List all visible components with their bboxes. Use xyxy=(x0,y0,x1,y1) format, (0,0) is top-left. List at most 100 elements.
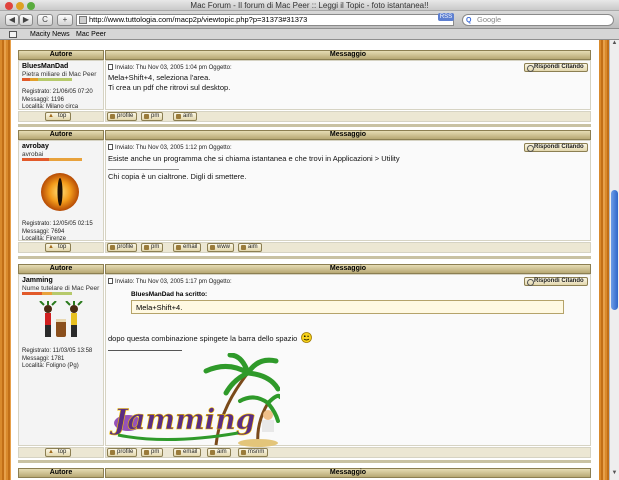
scrollbar-thumb[interactable] xyxy=(611,190,618,310)
quote-reply-button[interactable]: Rispondi Citando xyxy=(524,63,588,72)
email-button[interactable]: email xyxy=(173,448,202,457)
stat-registered: Registrato: 11/03/05 13:58 xyxy=(22,348,93,354)
profile-label: profile xyxy=(117,244,134,250)
scroll-down-icon[interactable]: ▼ xyxy=(611,470,618,478)
message-header: Messaggio xyxy=(105,264,591,274)
post-body: Esiste anche un programma che si chiama … xyxy=(108,154,400,181)
author-header: Autore xyxy=(18,130,104,140)
email-label: email xyxy=(183,449,198,455)
post-line: dopo questa combinazione spingete la bar… xyxy=(108,334,298,343)
post-3-author-cell: Jamming Nume tutelare di Mac Peer Regist… xyxy=(18,274,104,446)
email-label: email xyxy=(183,244,198,250)
back-to-top-button[interactable]: top xyxy=(45,112,72,121)
post-author-rank: avrobai xyxy=(22,151,44,158)
rss-label: RSS xyxy=(439,14,453,20)
close-window-button[interactable] xyxy=(5,2,13,10)
msnm-label: msnm xyxy=(248,449,265,455)
post-author-name[interactable]: Jamming xyxy=(22,277,53,284)
back-to-top-button[interactable]: top xyxy=(45,243,72,252)
top-label: top xyxy=(58,113,67,119)
aim-label: aim xyxy=(217,449,227,455)
wink-smiley-icon xyxy=(301,332,313,343)
post-meta-text: Inviato: Thu Nov 03, 2005 1:12 pm Oggett… xyxy=(115,145,232,151)
search-placeholder: Google xyxy=(477,15,502,24)
post-body: dopo questa combinazione spingete la bar… xyxy=(108,332,313,344)
aim-label: aim xyxy=(183,113,193,119)
jamming-signature-image: Jamming xyxy=(109,353,280,447)
rss-button[interactable]: RSS xyxy=(438,13,454,21)
post-separator xyxy=(18,460,591,463)
wood-border-left xyxy=(0,40,11,480)
back-to-top-button[interactable]: top xyxy=(45,448,72,457)
message-header-label: Messaggio xyxy=(329,131,367,138)
pm-button[interactable]: pm xyxy=(141,112,164,121)
profile-button[interactable]: profile xyxy=(107,112,138,121)
search-field[interactable]: Q Google xyxy=(462,14,614,26)
window-title-bar: Mac Forum - Il forum di Mac Peer :: Legg… xyxy=(0,0,619,11)
quote-reply-button[interactable]: Rispondi Citando xyxy=(524,277,588,286)
bookmark-mac-peer[interactable]: Mac Peer xyxy=(76,29,106,40)
bookmark-macity-news[interactable]: Macity News xyxy=(30,29,70,40)
post-meta: Inviato: Thu Nov 03, 2005 1:12 pm Oggett… xyxy=(108,144,232,151)
message-header-label: Messaggio xyxy=(329,469,367,476)
author-header: Autore xyxy=(18,264,104,274)
www-button[interactable]: www xyxy=(207,243,234,252)
quote-reply-label: Rispondi Citando xyxy=(534,144,584,150)
post-1-message-cell: Inviato: Thu Nov 03, 2005 1:04 pm Oggett… xyxy=(105,60,591,110)
zoom-window-button[interactable] xyxy=(27,2,35,10)
message-header: Messaggio xyxy=(105,468,591,478)
reload-button[interactable]: C xyxy=(37,14,53,26)
address-bar[interactable]: http://www.tuttologia.com/macp2p/viewtop… xyxy=(76,14,454,26)
top-label: top xyxy=(58,244,67,250)
post-meta: Inviato: Thu Nov 03, 2005 1:17 pm Oggett… xyxy=(108,278,232,285)
post-meta-text: Inviato: Thu Nov 03, 2005 1:04 pm Oggett… xyxy=(115,65,232,71)
post-author-rank: Nume tutelare di Mac Peer xyxy=(22,285,100,292)
stat-messages: Messaggi: 7694 xyxy=(22,228,65,235)
back-button[interactable]: ◀ xyxy=(5,14,19,26)
add-bookmark-button[interactable]: + xyxy=(57,14,73,26)
forward-button[interactable]: ▶ xyxy=(19,14,33,26)
aim-label: aim xyxy=(248,244,258,250)
rank-bar xyxy=(22,158,82,161)
aim-button[interactable]: aim xyxy=(173,112,197,121)
pm-label: pm xyxy=(151,449,160,455)
author-header-label: Autore xyxy=(49,469,73,476)
profile-button[interactable]: profile xyxy=(107,448,138,457)
book-icon[interactable] xyxy=(9,31,17,38)
www-label: www xyxy=(217,244,230,250)
aim-button[interactable]: aim xyxy=(207,448,231,457)
post-icon xyxy=(108,278,113,284)
post-author-name[interactable]: avrobay xyxy=(22,143,49,150)
pm-button[interactable]: pm xyxy=(141,448,164,457)
scroll-up-icon[interactable]: ▲ xyxy=(611,40,618,48)
quote-reply-label: Rispondi Citando xyxy=(534,278,584,284)
pm-button[interactable]: pm xyxy=(141,243,164,252)
email-button[interactable]: email xyxy=(173,243,202,252)
post-author-stats: Registrato: 12/05/05 02:15 Messaggi: 769… xyxy=(22,221,93,244)
post-meta: Inviato: Thu Nov 03, 2005 1:04 pm Oggett… xyxy=(108,64,232,71)
post-2-message-cell: Inviato: Thu Nov 03, 2005 1:12 pm Oggett… xyxy=(105,140,591,241)
signature-separator: _________________ xyxy=(108,160,179,170)
author-header-label: Autore xyxy=(49,265,73,272)
avatar-drummers-icon xyxy=(39,301,83,337)
aim-button[interactable]: aim xyxy=(238,243,262,252)
stat-messages: Messaggi: 1196 xyxy=(22,96,64,103)
stat-registered: Registrato: 21/06/05 07:20 xyxy=(22,89,93,95)
top-label: top xyxy=(58,449,67,455)
profile-label: profile xyxy=(117,113,134,119)
vertical-scrollbar[interactable]: ▲ ▼ xyxy=(609,40,619,480)
msnm-button[interactable]: msnm xyxy=(238,448,269,457)
profile-button[interactable]: profile xyxy=(107,243,138,252)
signature-text: Chi copia è un cialtrone. Digli di smett… xyxy=(108,171,247,181)
post-author-name[interactable]: BluesManDad xyxy=(22,63,68,70)
post-author-stats: Registrato: 21/06/05 07:20 Messaggi: 119… xyxy=(22,89,93,112)
author-header-label: Autore xyxy=(49,131,73,138)
post-author-stats: Registrato: 11/03/05 13:58 Messaggi: 178… xyxy=(22,348,92,371)
post-3-message-cell: Inviato: Thu Nov 03, 2005 1:17 pm Oggett… xyxy=(105,274,591,447)
minimize-window-button[interactable] xyxy=(16,2,24,10)
forward-arrow-icon: ▶ xyxy=(22,15,30,24)
wood-border-right xyxy=(599,40,609,480)
quote-reply-button[interactable]: Rispondi Citando xyxy=(524,143,588,152)
rank-bar xyxy=(22,78,72,81)
message-header-label: Messaggio xyxy=(329,51,367,58)
